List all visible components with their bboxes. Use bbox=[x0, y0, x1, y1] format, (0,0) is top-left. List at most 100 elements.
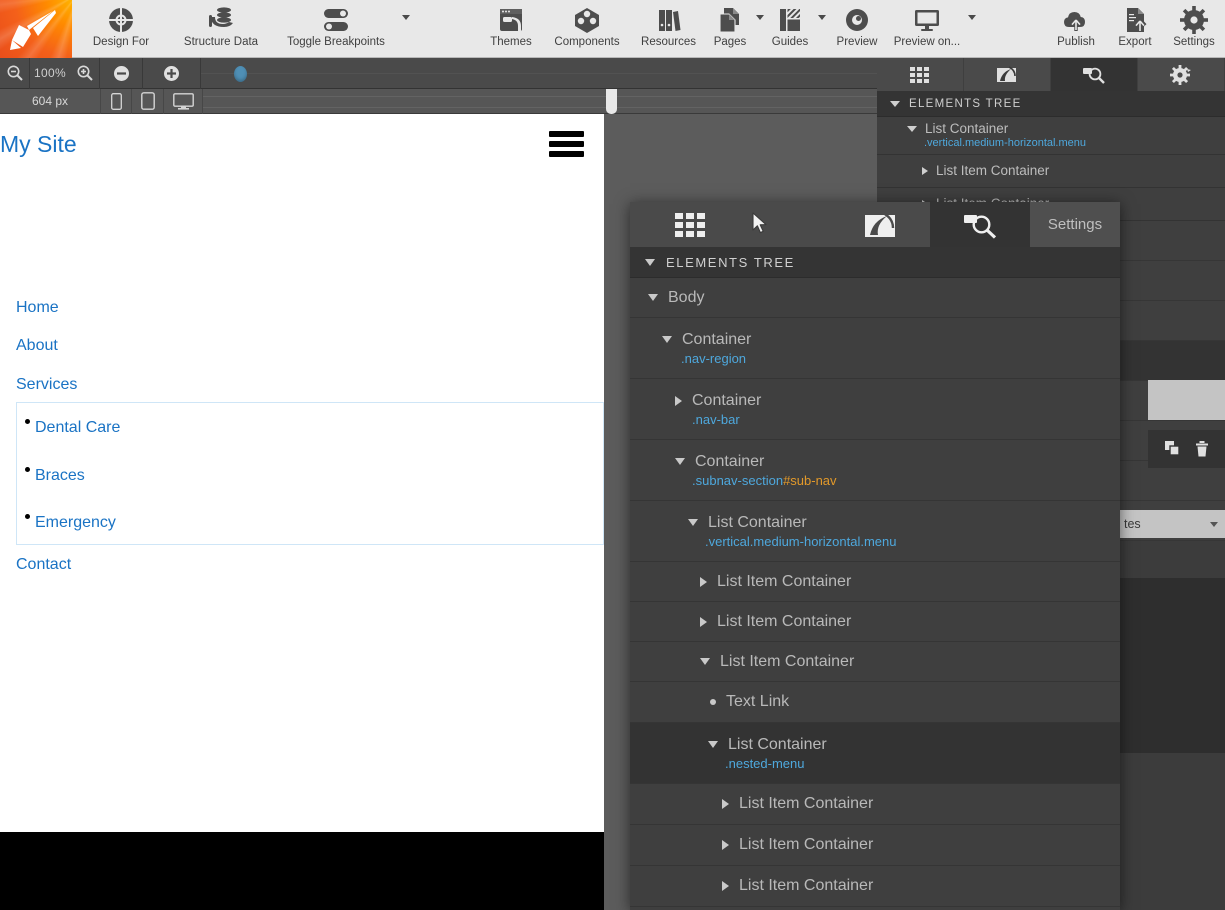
chevron-down-icon[interactable] bbox=[708, 741, 718, 748]
right-tab-inspect[interactable] bbox=[1051, 58, 1138, 91]
nav-link-contact[interactable]: Contact bbox=[16, 556, 71, 574]
nav-link-services[interactable]: Services bbox=[16, 376, 77, 394]
floating-tab-inspect[interactable] bbox=[930, 202, 1030, 247]
chevron-right-icon[interactable] bbox=[722, 840, 729, 850]
style-value-textarea[interactable] bbox=[1148, 380, 1225, 420]
floating-panel-section-title: ELEMENTS TREE bbox=[666, 254, 795, 270]
site-footer-region[interactable] bbox=[0, 832, 604, 910]
toolbar-settings[interactable]: Settings bbox=[1163, 0, 1225, 58]
pages-caret[interactable] bbox=[756, 0, 764, 30]
tree-row-list-item-container[interactable]: List Item Container bbox=[630, 784, 1120, 825]
right-tab-pen[interactable] bbox=[964, 58, 1051, 91]
tree-row-selector: .subnav-section#sub-nav bbox=[675, 473, 1120, 488]
magnifier-plus-icon bbox=[77, 65, 93, 81]
hamburger-menu-icon[interactable] bbox=[549, 131, 584, 161]
zoom-out-button[interactable] bbox=[0, 57, 30, 89]
chevron-down-icon[interactable] bbox=[688, 519, 698, 526]
chevron-right-icon[interactable] bbox=[722, 799, 729, 809]
remove-breakpoint-button[interactable] bbox=[100, 57, 143, 89]
toolbar-settings-label: Settings bbox=[1173, 36, 1215, 48]
toolbar-preview[interactable]: Preview bbox=[826, 0, 888, 58]
site-preview[interactable]: My Site Home About Services Dental Care … bbox=[0, 114, 604, 832]
duplicate-icon[interactable] bbox=[1164, 441, 1181, 457]
tree-row-body[interactable]: Body bbox=[630, 278, 1120, 318]
circle-plus-icon bbox=[164, 65, 179, 81]
tree-row-main: List Item Container bbox=[722, 836, 1120, 854]
chevron-down-icon[interactable] bbox=[907, 125, 917, 132]
tree-row-main: List Item Container bbox=[722, 795, 1120, 813]
floating-tab-grid[interactable] bbox=[630, 202, 750, 247]
device-phone-button[interactable] bbox=[101, 88, 132, 114]
breakpoint-marker-dot[interactable] bbox=[234, 65, 247, 82]
chevron-down-icon[interactable] bbox=[700, 658, 710, 665]
zoom-level-value[interactable]: 100% bbox=[30, 58, 70, 89]
toggle-breakpoints-caret[interactable] bbox=[402, 0, 410, 30]
right-panel-section-header[interactable]: ELEMENTS TREE bbox=[877, 91, 1225, 117]
settings-gear-icon bbox=[1179, 5, 1209, 35]
tree-row-list-item-container[interactable]: List Item Container bbox=[630, 562, 1120, 602]
device-tablet-button[interactable] bbox=[132, 88, 164, 114]
right-tree-row-list-container[interactable]: List Container .vertical.medium-horizont… bbox=[877, 117, 1225, 155]
toolbar-pages[interactable]: Pages bbox=[706, 0, 754, 58]
chevron-down-icon[interactable] bbox=[648, 294, 658, 301]
tree-row-list-item-container[interactable]: List Item Container bbox=[630, 866, 1120, 907]
breakpoint-drag-handle[interactable] bbox=[606, 88, 617, 114]
chevron-right-icon[interactable] bbox=[700, 576, 707, 587]
toolbar-guides-label: Guides bbox=[771, 36, 809, 48]
floating-elements-tree-panel[interactable]: Settings ELEMENTS TREE Body Container .n… bbox=[630, 202, 1120, 910]
nav-link-home[interactable]: Home bbox=[16, 299, 59, 317]
right-tab-settings[interactable] bbox=[1138, 58, 1225, 91]
add-breakpoint-button[interactable] bbox=[143, 57, 201, 89]
chevron-right-icon[interactable] bbox=[700, 616, 707, 627]
tree-row-container-nav-region[interactable]: Container .nav-region bbox=[630, 318, 1120, 379]
toolbar-preview-on[interactable]: Preview on... bbox=[888, 0, 966, 58]
tree-row-list-container-menu[interactable]: List Container .vertical.medium-horizont… bbox=[630, 501, 1120, 562]
floating-tab-settings[interactable]: Settings bbox=[1030, 202, 1120, 247]
toolbar-components[interactable]: Components bbox=[543, 0, 631, 58]
toolbar-themes[interactable]: Themes bbox=[479, 0, 543, 58]
toolbar-export[interactable]: Export bbox=[1107, 0, 1163, 58]
toolbar-resources[interactable]: Resources bbox=[631, 0, 706, 58]
tree-row-list-item-container-expanded[interactable]: List Item Container bbox=[630, 642, 1120, 682]
sub-nav-emergency[interactable]: Emergency bbox=[25, 514, 116, 532]
tree-row-container-subnav-section[interactable]: Container .subnav-section#sub-nav bbox=[630, 440, 1120, 501]
attribute-select[interactable]: tes bbox=[1115, 510, 1225, 538]
tree-row-main: Container bbox=[662, 331, 1120, 349]
chevron-right-icon[interactable] bbox=[922, 166, 928, 175]
right-tab-grid[interactable] bbox=[877, 58, 964, 91]
chevron-down-icon[interactable] bbox=[662, 336, 672, 343]
toolbar-pages-label: Pages bbox=[713, 36, 747, 48]
sub-nav-dental-care[interactable]: Dental Care bbox=[25, 419, 120, 437]
preview-on-caret[interactable] bbox=[968, 0, 976, 30]
device-desktop-button[interactable] bbox=[164, 88, 203, 114]
tree-row-list-item-container[interactable]: List Item Container bbox=[630, 825, 1120, 866]
chevron-down-icon[interactable] bbox=[675, 458, 685, 465]
floating-panel-section-header[interactable]: ELEMENTS TREE bbox=[630, 247, 1120, 278]
canvas-width-value[interactable]: 604 px bbox=[0, 88, 101, 114]
tree-row-list-item-container[interactable]: List Item Container bbox=[630, 602, 1120, 642]
zoom-in-button[interactable] bbox=[70, 57, 100, 89]
chevron-right-icon[interactable] bbox=[722, 881, 729, 891]
tree-row-main: List Item Container bbox=[700, 653, 1120, 671]
tree-row-text-link[interactable]: Text Link bbox=[630, 682, 1120, 723]
app-logo[interactable] bbox=[0, 0, 72, 58]
toolbar-structure-data[interactable]: Structure Data bbox=[170, 0, 272, 58]
toolbar-guides[interactable]: Guides bbox=[764, 0, 816, 58]
toolbar-toggle-breakpoints[interactable]: Toggle Breakpoints bbox=[272, 0, 400, 58]
tree-row-container-nav-bar[interactable]: Container .nav-bar bbox=[630, 379, 1120, 440]
trash-icon[interactable] bbox=[1195, 440, 1209, 458]
chevron-right-icon[interactable] bbox=[675, 395, 682, 406]
toolbar-publish[interactable]: Publish bbox=[1045, 0, 1107, 58]
toolbar-design-for[interactable]: Design For bbox=[72, 0, 170, 58]
sub-nav-braces[interactable]: Braces bbox=[25, 467, 85, 485]
nested-menu-selection-box[interactable]: Dental Care Braces Emergency bbox=[16, 402, 604, 545]
right-tree-row-list-item[interactable]: List Item Container bbox=[877, 155, 1225, 188]
tree-row-list-container-nested-menu[interactable]: List Container .nested-menu bbox=[630, 723, 1120, 784]
nav-link-about[interactable]: About bbox=[16, 337, 58, 355]
guides-caret[interactable] bbox=[818, 0, 826, 30]
structure-data-icon bbox=[206, 5, 236, 35]
floating-tab-pen[interactable] bbox=[830, 202, 930, 247]
tree-row-selector: .nav-region bbox=[662, 351, 1120, 366]
list-bullet-icon bbox=[25, 514, 30, 519]
toolbar-center-group: Themes Components Resources Pages Guides… bbox=[479, 0, 976, 58]
